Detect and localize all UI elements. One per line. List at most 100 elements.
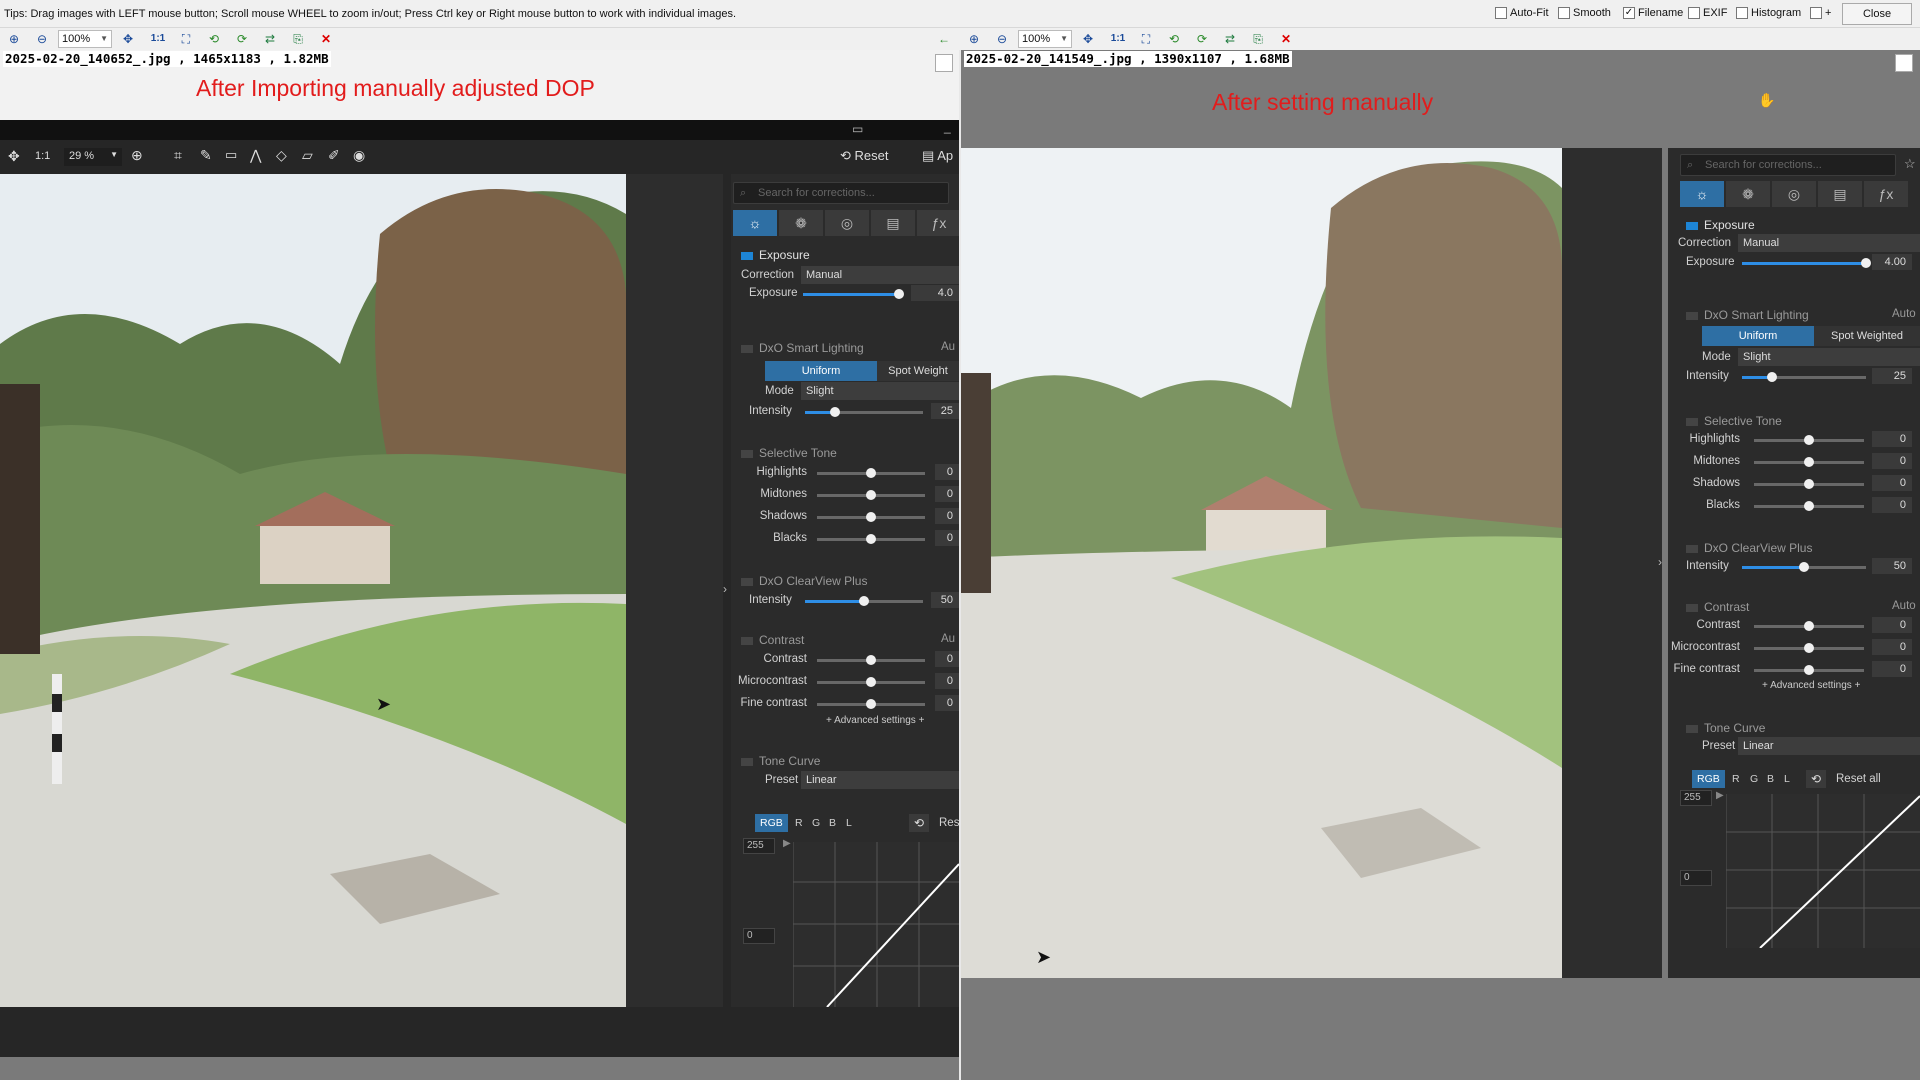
apply-button[interactable]: ▤ Ap — [922, 148, 953, 164]
tone-curve-section[interactable]: Tone Curve — [741, 754, 820, 768]
fit-window-icon[interactable]: ⛶ — [1138, 31, 1154, 47]
fine-contrast-slider[interactable] — [817, 699, 925, 709]
microcontrast-slider[interactable] — [1754, 643, 1864, 653]
smooth-box[interactable] — [1558, 7, 1570, 19]
fine-contrast-slider[interactable] — [1754, 665, 1864, 675]
uniform-button[interactable]: Uniform — [1702, 326, 1814, 346]
exposure-slider[interactable] — [1742, 258, 1871, 268]
midtones-slider[interactable] — [1754, 457, 1864, 467]
rotate-right-icon[interactable]: ⟳ — [234, 31, 250, 47]
fine-contrast-value[interactable]: 0 — [935, 695, 959, 711]
copy-icon[interactable]: ⎘ — [1250, 31, 1266, 47]
effects-tab-icon[interactable]: ƒx — [917, 210, 959, 236]
blacks-knob[interactable] — [1804, 501, 1814, 511]
rotate-right-icon[interactable]: ⟳ — [1194, 31, 1210, 47]
selective-tone-toggle[interactable] — [1686, 417, 1698, 426]
panel-collapse-icon[interactable]: › — [723, 582, 727, 596]
rgb-channel-tab[interactable]: RGB — [1692, 770, 1725, 788]
clearview-toggle[interactable] — [1686, 544, 1698, 553]
fine-contrast-value[interactable]: 0 — [1872, 661, 1912, 677]
left-search-input[interactable]: ⌕ Search for corrections... — [733, 182, 949, 204]
right-photo[interactable] — [961, 148, 1562, 978]
exposure-slider[interactable] — [803, 289, 904, 299]
selective-tone-toggle[interactable] — [741, 449, 753, 458]
rotate-left-icon[interactable]: ⟲ — [1166, 31, 1182, 47]
left-corner-box[interactable] — [935, 54, 953, 72]
color-tab-icon[interactable]: ❁ — [779, 210, 823, 236]
blacks-slider[interactable] — [1754, 501, 1864, 511]
right-corner-box[interactable] — [1895, 54, 1913, 72]
rotate-left-icon[interactable]: ⟲ — [206, 31, 222, 47]
blacks-slider[interactable] — [817, 534, 925, 544]
shadows-knob[interactable] — [1804, 479, 1814, 489]
fit-window-icon[interactable]: ⛶ — [178, 31, 194, 47]
spot-weighted-button[interactable]: Spot Weighted — [1814, 326, 1920, 346]
close-icon[interactable]: ✕ — [318, 31, 334, 47]
right-zoom-select[interactable]: 100% ▼ — [1018, 30, 1072, 48]
clearview-value[interactable]: 50 — [1872, 558, 1912, 574]
curve-bottom-spinner[interactable]: 0 — [743, 928, 775, 944]
zoom-out-icon[interactable]: ⊖ — [994, 31, 1010, 47]
curve-bottom-spinner[interactable]: 0 — [1680, 870, 1712, 886]
advanced-settings-link[interactable]: + Advanced settings + — [826, 715, 924, 726]
histogram-box[interactable] — [1736, 7, 1748, 19]
histogram-checkbox[interactable]: Histogram — [1736, 7, 1801, 19]
ratio-label[interactable]: 1:1 — [35, 150, 50, 162]
selective-tone-section[interactable]: Selective Tone — [741, 446, 837, 460]
r-channel-tab[interactable]: R — [1732, 770, 1740, 788]
b-channel-tab[interactable]: B — [829, 814, 836, 832]
contrast-toggle[interactable] — [1686, 603, 1698, 612]
effects-tab-icon[interactable]: ƒx — [1864, 181, 1908, 207]
actual-size-button[interactable]: 1:1 — [1110, 31, 1126, 47]
curve-top-spinner[interactable]: 255 — [1680, 790, 1712, 806]
zoom-in-icon[interactable]: ⊕ — [6, 31, 22, 47]
geometry-tab-icon[interactable]: ▤ — [871, 210, 915, 236]
left-image-viewer[interactable]: 2025-02-20_140652_.jpg , 1465x1183 , 1.8… — [0, 50, 959, 1080]
zoom-plus-icon[interactable]: ⊕ — [131, 147, 143, 164]
exposure-value[interactable]: 4.0 — [911, 285, 959, 301]
correction-dropdown[interactable]: Manual — [1738, 234, 1920, 252]
left-zoom-select[interactable]: 100% ▼ — [58, 30, 112, 48]
intensity-slider[interactable] — [805, 407, 923, 417]
filename-checkbox[interactable]: ✓ Filename — [1623, 7, 1683, 19]
tone-curve-toggle[interactable] — [741, 757, 753, 766]
b-channel-tab[interactable]: B — [1767, 770, 1774, 788]
contrast-value[interactable]: 0 — [1872, 617, 1912, 633]
contrast-section[interactable]: Contrast — [741, 633, 804, 647]
close-icon[interactable]: ✕ — [1278, 31, 1294, 47]
fine-contrast-knob[interactable] — [1804, 665, 1814, 675]
highlights-value[interactable]: 0 — [1872, 431, 1912, 447]
move-icon[interactable]: ✥ — [8, 148, 20, 165]
blacks-value[interactable]: 0 — [935, 530, 959, 546]
filename-box[interactable]: ✓ — [1623, 7, 1635, 19]
mode-dropdown[interactable]: Slight — [1738, 348, 1920, 366]
minimize-icon[interactable]: _ — [944, 120, 951, 134]
blacks-value[interactable]: 0 — [1872, 497, 1912, 513]
curve-top-spinner[interactable]: 255 — [743, 838, 775, 854]
plus-box[interactable] — [1810, 7, 1822, 19]
shadows-value[interactable]: 0 — [1872, 475, 1912, 491]
highlights-slider[interactable] — [817, 468, 925, 478]
exposure-section[interactable]: Exposure — [741, 248, 810, 262]
curve-undo-icon[interactable]: ⟲ — [909, 814, 929, 832]
uniform-button[interactable]: Uniform — [765, 361, 877, 381]
tone-curve-section[interactable]: Tone Curve — [1686, 721, 1765, 735]
intensity-slider[interactable] — [1742, 372, 1866, 382]
auto-fit-box[interactable] — [1495, 7, 1507, 19]
clearview-value[interactable]: 50 — [931, 592, 959, 608]
fine-contrast-knob[interactable] — [866, 699, 876, 709]
intensity-knob[interactable] — [1767, 372, 1777, 382]
spot-weighted-button[interactable]: Spot Weight — [877, 361, 959, 381]
fit-arrows-icon[interactable]: ✥ — [1080, 31, 1096, 47]
clearview-slider[interactable] — [1742, 562, 1866, 572]
exif-checkbox[interactable]: EXIF — [1688, 7, 1727, 19]
midtones-value[interactable]: 0 — [1872, 453, 1912, 469]
highlights-slider[interactable] — [1754, 435, 1864, 445]
smart-lighting-toggle[interactable] — [1686, 311, 1698, 320]
r-channel-tab[interactable]: R — [795, 814, 803, 832]
shadows-slider[interactable] — [817, 512, 925, 522]
left-curve-graph[interactable] — [793, 842, 959, 1007]
exposure-toggle[interactable] — [1686, 221, 1698, 230]
midtones-knob[interactable] — [866, 490, 876, 500]
window-icon[interactable]: ▭ — [852, 122, 863, 136]
